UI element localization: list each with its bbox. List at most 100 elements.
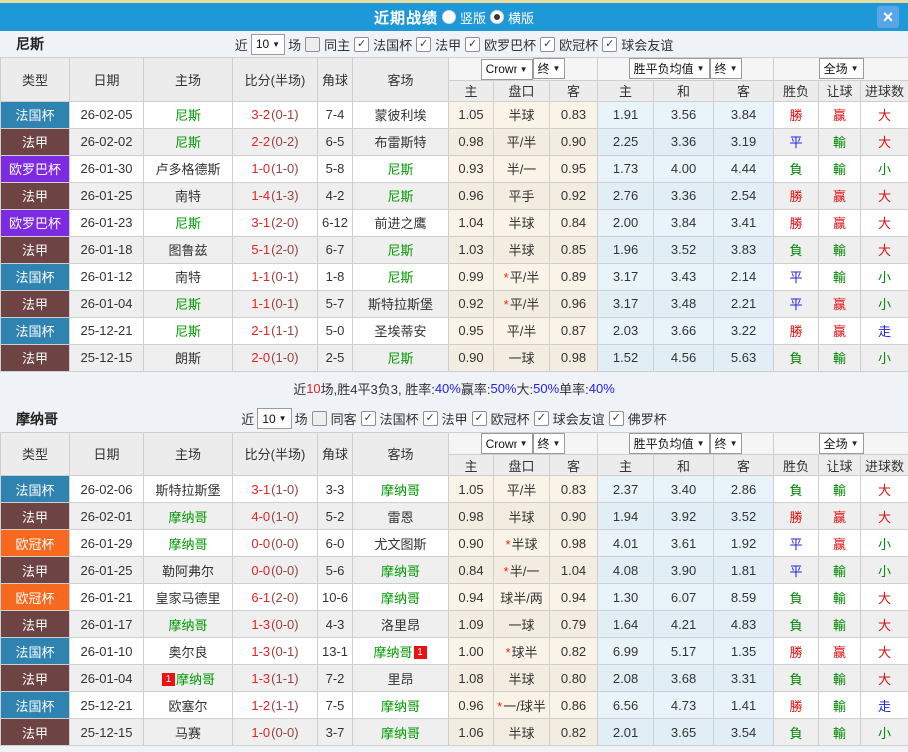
same-venue-checkbox[interactable] [311, 411, 327, 426]
odds-company-select[interactable]: Crown▼ [480, 433, 533, 454]
goals-result: 大 [860, 100, 908, 129]
results-table: 类型日期主场比分(半场)角球客场Crown▼终▼胜平负均值▼终▼全场▼主盘口客主… [0, 431, 908, 746]
handicap-result: 赢 [818, 316, 862, 345]
match-score: 3-2(0-1) [232, 100, 318, 129]
avg-draw-odds: 3.52 [653, 235, 715, 264]
corner-score: 6-7 [317, 235, 353, 264]
avg-odds-select[interactable]: 胜平负均值 ▼ [628, 432, 710, 454]
match-score: 2-1(1-1) [232, 316, 318, 345]
avg-away-odds: 3.84 [713, 100, 775, 129]
away-team: 摩纳哥 [352, 691, 449, 719]
halftime-score: (0-0) [271, 535, 299, 551]
column-subheader: 和 [653, 454, 715, 476]
match-date: 26-02-02 [69, 127, 144, 156]
odds-final-select[interactable]: 终 ▼ [532, 58, 566, 79]
column-subheader: 主 [448, 454, 494, 476]
corner-score: 13-1 [317, 637, 353, 665]
fulltime-score: 2-1 [251, 323, 271, 338]
team-label: 前进之鹰 [374, 216, 427, 231]
team-label: 摩纳哥 [380, 698, 420, 714]
avg-draw-odds: 4.56 [653, 343, 715, 372]
handicap-result: 赢 [818, 181, 862, 210]
handicap-text: 半/一 [506, 162, 537, 177]
league-checkbox[interactable]: ✓ [533, 411, 549, 426]
select-value: 全场 [823, 436, 848, 451]
handicap-result: 赢 [818, 529, 862, 557]
match-type-badge: 法甲 [0, 235, 70, 264]
team-label: 奥尔良 [168, 644, 208, 660]
fulltime-score: 4-0 [251, 508, 271, 524]
home-odds: 1.05 [448, 475, 494, 503]
away-odds: 0.90 [548, 502, 599, 530]
match-score: 1-3(0-1) [232, 637, 318, 665]
wdl-result: 負 [773, 475, 820, 503]
wdl-result: 平 [773, 289, 820, 318]
team-label: 洛里昂 [380, 617, 420, 633]
team-label: 摩纳哥 [373, 644, 413, 660]
team-label: 欧塞尔 [168, 698, 208, 714]
avg-draw-odds: 3.48 [653, 289, 715, 318]
avg-final-select[interactable]: 终 ▼ [709, 432, 743, 454]
column-subheader: 主 [448, 79, 494, 102]
team-label: 里昂 [387, 671, 414, 687]
team-label: 马赛 [174, 725, 201, 741]
avg-draw-odds: 3.36 [653, 127, 715, 156]
league-checkbox[interactable]: ✓ [422, 411, 438, 426]
avg-odds-select[interactable]: 胜平负均值 ▼ [628, 58, 710, 80]
team-section: 摩纳哥近 10 ▼ 场同客 ✓ 法国杯 ✓ 法甲 ✓ 欧冠杯 ✓ 球会友谊 ✓ 佛罗杯 类型 日期 主场 比分(半… [0, 406, 908, 746]
odds-final-select[interactable]: 终 ▼ [532, 432, 566, 454]
match-scope-select[interactable]: 全场 ▼ [818, 58, 864, 80]
league-checkbox[interactable]: ✓ [471, 411, 487, 426]
avg-draw-odds: 3.61 [653, 529, 715, 557]
column-subheader: 主 [597, 79, 655, 102]
chevron-down-icon: ▼ [552, 64, 561, 73]
league-checkbox[interactable]: ✓ [602, 36, 618, 52]
away-team: 洛里昂 [352, 610, 449, 638]
league-checkbox[interactable]: ✓ [465, 36, 481, 52]
horizontal-layout-radio[interactable] [490, 10, 504, 24]
match-scope-select[interactable]: 全场 ▼ [818, 432, 864, 454]
fulltime-score: 0-0 [251, 535, 271, 551]
avg-final-select[interactable]: 终 ▼ [709, 58, 743, 80]
wdl-result: 勝 [773, 637, 820, 665]
fulltime-score: 1-0 [251, 724, 271, 740]
results-table: 类型日期主场比分(半场)角球客场Crown▼终▼胜平负均值▼终▼全场▼主盘口客主… [0, 57, 908, 372]
home-team: 卢多格德斯 [143, 154, 233, 183]
halftime-score: (0-0) [271, 562, 299, 578]
league-checkbox[interactable]: ✓ [360, 411, 376, 426]
chevron-down-icon: ▼ [729, 438, 738, 448]
team-name: 尼斯 [16, 36, 44, 52]
league-checkbox[interactable]: ✓ [540, 36, 556, 52]
odds-company-select[interactable]: Crown▼ [480, 58, 533, 80]
avg-home-odds: 2.01 [597, 718, 655, 746]
league-checkbox[interactable]: ✓ [416, 36, 432, 52]
league-checkbox[interactable]: ✓ [354, 36, 370, 52]
league-label: 法甲 [441, 412, 468, 427]
match-score: 1-0(0-0) [232, 718, 318, 746]
avg-home-odds: 2.08 [597, 664, 655, 692]
games-count-select[interactable]: 10 ▼ [257, 408, 292, 429]
avg-draw-odds: 3.84 [653, 208, 715, 237]
match-date: 26-01-30 [69, 154, 144, 183]
fulltime-score: 1-0 [251, 161, 271, 176]
close-button[interactable]: × [877, 6, 899, 28]
handicap-text: 半球 [508, 216, 535, 231]
column-subheader: 盘口 [493, 454, 550, 476]
handicap-line: 半球 [493, 664, 550, 692]
match-score: 6-1(2-0) [232, 583, 318, 611]
games-count-select[interactable]: 10 ▼ [250, 33, 286, 55]
same-venue-checkbox[interactable] [305, 36, 321, 52]
away-team: 蒙彼利埃 [352, 100, 449, 129]
avg-away-odds: 8.59 [713, 583, 775, 611]
team-label: 蒙彼利埃 [374, 108, 427, 123]
match-score: 3-1(1-0) [232, 475, 318, 503]
away-odds: 0.92 [548, 181, 599, 210]
halftime-score: (2-0) [271, 242, 299, 257]
column-subheader: 让球 [818, 454, 862, 476]
away-odds: 0.84 [548, 208, 599, 237]
match-date: 26-01-23 [69, 208, 144, 237]
titlebar: 近期战绩 竖版 横版 × [0, 0, 908, 31]
league-checkbox[interactable]: ✓ [608, 411, 624, 426]
vertical-layout-radio[interactable] [441, 10, 456, 24]
avg-dropdown-cell: 胜平负均值 ▼ 终 ▼ [597, 57, 775, 81]
